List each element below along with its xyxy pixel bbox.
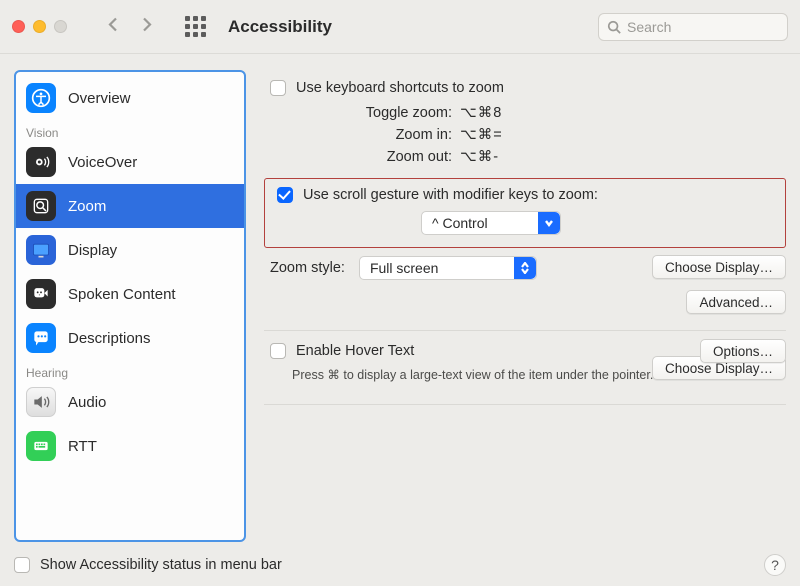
zoom-out-value: ⌥⌘- — [460, 146, 620, 168]
footer: Show Accessibility status in menu bar ? — [14, 554, 786, 576]
sidebar-item-label: Audio — [68, 394, 106, 411]
zoom-out-label: Zoom out: — [300, 146, 460, 168]
voiceover-icon — [26, 147, 56, 177]
show-all-prefs-button[interactable] — [185, 16, 206, 37]
toggle-zoom-value: ⌥⌘8 — [460, 102, 620, 124]
forward-button[interactable] — [139, 16, 155, 38]
back-button[interactable] — [105, 16, 121, 38]
search-placeholder: Search — [627, 19, 671, 35]
show-status-menubar-label: Show Accessibility status in menu bar — [40, 557, 282, 573]
sidebar-item-zoom[interactable]: Zoom — [16, 184, 244, 228]
sidebar-item-display[interactable]: Display — [16, 228, 244, 272]
spoken-content-icon — [26, 279, 56, 309]
zoom-style-value: Full screen — [370, 260, 438, 276]
sidebar-item-audio[interactable]: Audio — [16, 380, 244, 424]
sidebar-item-label: Descriptions — [68, 330, 151, 347]
scroll-gesture-highlight: Use scroll gesture with modifier keys to… — [264, 178, 786, 248]
window-title: Accessibility — [228, 17, 332, 37]
zoom-icon — [26, 191, 56, 221]
modifier-key-select[interactable]: ^ Control — [421, 211, 561, 235]
sidebar-item-label: Display — [68, 242, 117, 259]
chevron-right-icon — [139, 16, 155, 33]
separator — [264, 330, 786, 331]
separator — [264, 404, 786, 405]
sidebar-item-voiceover[interactable]: VoiceOver — [16, 140, 244, 184]
chevron-down-icon — [538, 212, 560, 234]
zoom-style-select[interactable]: Full screen — [359, 256, 537, 280]
enable-hover-text-checkbox[interactable] — [270, 343, 286, 359]
sidebar-item-label: VoiceOver — [68, 154, 137, 171]
rtt-icon — [26, 431, 56, 461]
zoom-in-label: Zoom in: — [300, 124, 460, 146]
enable-hover-text-label: Enable Hover Text — [296, 343, 414, 359]
sidebar-item-label: Overview — [68, 90, 131, 107]
sidebar-item-label: Zoom — [68, 198, 106, 215]
window-minimize-button[interactable] — [33, 20, 46, 33]
help-button[interactable]: ? — [764, 554, 786, 576]
main-panel: Use keyboard shortcuts to zoom Toggle zo… — [264, 70, 786, 542]
search-icon — [607, 20, 621, 34]
use-scroll-gesture-label: Use scroll gesture with modifier keys to… — [303, 187, 598, 203]
toggle-zoom-label: Toggle zoom: — [300, 102, 460, 124]
sidebar-group-hearing: Hearing — [16, 360, 244, 380]
window-zoom-button[interactable] — [54, 20, 67, 33]
zoom-style-label: Zoom style: — [270, 260, 349, 276]
sidebar-item-rtt[interactable]: RTT — [16, 424, 244, 468]
zoom-in-value: ⌥⌘= — [460, 124, 620, 146]
sidebar-item-spoken-content[interactable]: Spoken Content — [16, 272, 244, 316]
sidebar-item-label: Spoken Content — [68, 286, 176, 303]
use-scroll-gesture-checkbox[interactable] — [277, 187, 293, 203]
search-field[interactable]: Search — [598, 13, 788, 41]
sidebar-item-label: RTT — [68, 438, 97, 455]
use-keyboard-shortcuts-label: Use keyboard shortcuts to zoom — [296, 80, 504, 96]
advanced-button[interactable]: Advanced… — [686, 290, 786, 314]
nav-arrows — [105, 16, 155, 38]
window-close-button[interactable] — [12, 20, 25, 33]
sidebar-group-vision: Vision — [16, 120, 244, 140]
stepper-icon — [514, 257, 536, 279]
audio-icon — [26, 387, 56, 417]
sidebar-item-overview[interactable]: Overview — [16, 76, 244, 120]
descriptions-icon — [26, 323, 56, 353]
titlebar: Accessibility Search — [0, 0, 800, 54]
chevron-left-icon — [105, 16, 121, 33]
options-button[interactable]: Options… — [700, 339, 786, 363]
sidebar-item-descriptions[interactable]: Descriptions — [16, 316, 244, 360]
display-icon — [26, 235, 56, 265]
use-keyboard-shortcuts-checkbox[interactable] — [270, 80, 286, 96]
modifier-key-value: ^ Control — [432, 215, 488, 231]
choose-display-button[interactable]: Choose Display… — [652, 255, 786, 279]
show-status-menubar-checkbox[interactable] — [14, 557, 30, 573]
sidebar: Overview Vision VoiceOver Zoom Display — [14, 70, 246, 542]
accessibility-icon — [26, 83, 56, 113]
